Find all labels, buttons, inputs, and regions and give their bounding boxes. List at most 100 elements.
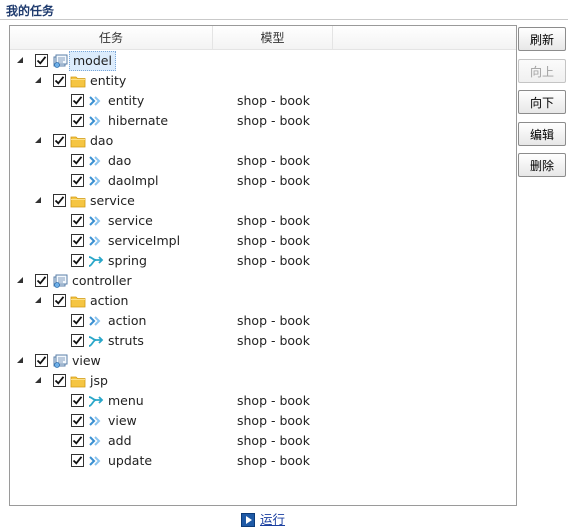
- merge-arrow-icon: [88, 253, 104, 269]
- task-item-icon: [88, 113, 104, 129]
- task-label[interactable]: dao: [108, 151, 131, 171]
- task-model: shop - book: [237, 313, 310, 328]
- task-checkbox[interactable]: [71, 154, 84, 167]
- task-label[interactable]: service: [108, 211, 153, 231]
- expand-toggle-icon[interactable]: [35, 137, 41, 143]
- task-checkbox[interactable]: [53, 74, 66, 87]
- tree-row[interactable]: struts shop - book: [10, 331, 516, 351]
- task-model: shop - book: [237, 113, 310, 128]
- merge-arrow-icon: [88, 393, 104, 409]
- task-label[interactable]: entity: [90, 71, 126, 91]
- task-label[interactable]: model: [69, 51, 116, 71]
- move-up-button[interactable]: 向上: [518, 59, 566, 83]
- play-icon[interactable]: [241, 513, 255, 527]
- task-model: shop - book: [237, 233, 310, 248]
- task-label[interactable]: serviceImpl: [108, 231, 180, 251]
- tree-row[interactable]: view shop - book: [10, 411, 516, 431]
- task-checkbox[interactable]: [53, 194, 66, 207]
- task-item-icon: [88, 153, 104, 169]
- tree-row[interactable]: view: [10, 351, 516, 371]
- panel-title: 我的任务: [6, 4, 55, 18]
- task-label[interactable]: action: [90, 291, 128, 311]
- tree-row[interactable]: entity shop - book: [10, 91, 516, 111]
- folder-icon: [70, 193, 86, 209]
- task-label[interactable]: entity: [108, 91, 144, 111]
- tree-row[interactable]: hibernate shop - book: [10, 111, 516, 131]
- task-checkbox[interactable]: [35, 354, 48, 367]
- tree-row[interactable]: service shop - book: [10, 211, 516, 231]
- task-checkbox[interactable]: [71, 114, 84, 127]
- task-label[interactable]: view: [72, 351, 101, 371]
- task-checkbox[interactable]: [71, 174, 84, 187]
- task-checkbox[interactable]: [71, 334, 84, 347]
- task-label[interactable]: view: [108, 411, 137, 431]
- task-checkbox[interactable]: [71, 254, 84, 267]
- task-label[interactable]: action: [108, 311, 146, 331]
- tree-row[interactable]: serviceImpl shop - book: [10, 231, 516, 251]
- task-label[interactable]: dao: [90, 131, 113, 151]
- task-checkbox[interactable]: [35, 274, 48, 287]
- task-checkbox[interactable]: [53, 294, 66, 307]
- task-checkbox[interactable]: [71, 394, 84, 407]
- task-model: shop - book: [237, 93, 310, 108]
- task-checkbox[interactable]: [71, 414, 84, 427]
- tree-row[interactable]: action: [10, 291, 516, 311]
- task-checkbox[interactable]: [71, 94, 84, 107]
- expand-toggle-icon[interactable]: [17, 357, 23, 363]
- tree-row[interactable]: jsp: [10, 371, 516, 391]
- tree-row[interactable]: action shop - book: [10, 311, 516, 331]
- task-checkbox[interactable]: [71, 234, 84, 247]
- task-label[interactable]: controller: [72, 271, 132, 291]
- task-item-icon: [88, 173, 104, 189]
- task-label[interactable]: menu: [108, 391, 144, 411]
- tree-row[interactable]: entity: [10, 71, 516, 91]
- folder-icon: [70, 293, 86, 309]
- task-checkbox[interactable]: [35, 54, 48, 67]
- expand-toggle-icon[interactable]: [35, 377, 41, 383]
- tree-row[interactable]: service: [10, 191, 516, 211]
- expand-toggle-icon[interactable]: [17, 277, 23, 283]
- tree-row[interactable]: dao shop - book: [10, 151, 516, 171]
- title-divider: [0, 19, 568, 20]
- task-label[interactable]: struts: [108, 331, 144, 351]
- task-item-icon: [88, 313, 104, 329]
- expand-toggle-icon[interactable]: [35, 297, 41, 303]
- task-group-icon: [52, 353, 68, 369]
- tree-row[interactable]: update shop - book: [10, 451, 516, 471]
- expand-toggle-icon[interactable]: [17, 57, 23, 63]
- task-label[interactable]: update: [108, 451, 152, 471]
- task-label[interactable]: daoImpl: [108, 171, 159, 191]
- task-checkbox[interactable]: [53, 134, 66, 147]
- task-label[interactable]: spring: [108, 251, 147, 271]
- task-item-icon: [88, 433, 104, 449]
- refresh-button[interactable]: 刷新: [518, 27, 566, 51]
- edit-button[interactable]: 编辑: [518, 122, 566, 146]
- task-checkbox[interactable]: [71, 454, 84, 467]
- tree-row[interactable]: model: [10, 51, 516, 71]
- expand-toggle-icon[interactable]: [35, 77, 41, 83]
- task-checkbox[interactable]: [71, 214, 84, 227]
- task-label[interactable]: jsp: [90, 371, 108, 391]
- column-header-task[interactable]: 任务: [10, 26, 213, 50]
- task-item-icon: [88, 213, 104, 229]
- task-checkbox[interactable]: [71, 314, 84, 327]
- task-checkbox[interactable]: [53, 374, 66, 387]
- task-group-icon: [52, 273, 68, 289]
- task-label[interactable]: add: [108, 431, 132, 451]
- delete-button[interactable]: 删除: [518, 153, 566, 177]
- tree-row[interactable]: daoImpl shop - book: [10, 171, 516, 191]
- tree-row[interactable]: controller: [10, 271, 516, 291]
- task-model: shop - book: [237, 153, 310, 168]
- move-down-button[interactable]: 向下: [518, 90, 566, 114]
- task-model: shop - book: [237, 213, 310, 228]
- column-header-model[interactable]: 模型: [213, 26, 333, 50]
- task-label[interactable]: service: [90, 191, 135, 211]
- task-checkbox[interactable]: [71, 434, 84, 447]
- run-link[interactable]: 运行: [260, 512, 285, 528]
- tree-row[interactable]: dao: [10, 131, 516, 151]
- tree-row[interactable]: add shop - book: [10, 431, 516, 451]
- tree-row[interactable]: menu shop - book: [10, 391, 516, 411]
- task-label[interactable]: hibernate: [108, 111, 168, 131]
- expand-toggle-icon[interactable]: [35, 197, 41, 203]
- tree-row[interactable]: spring shop - book: [10, 251, 516, 271]
